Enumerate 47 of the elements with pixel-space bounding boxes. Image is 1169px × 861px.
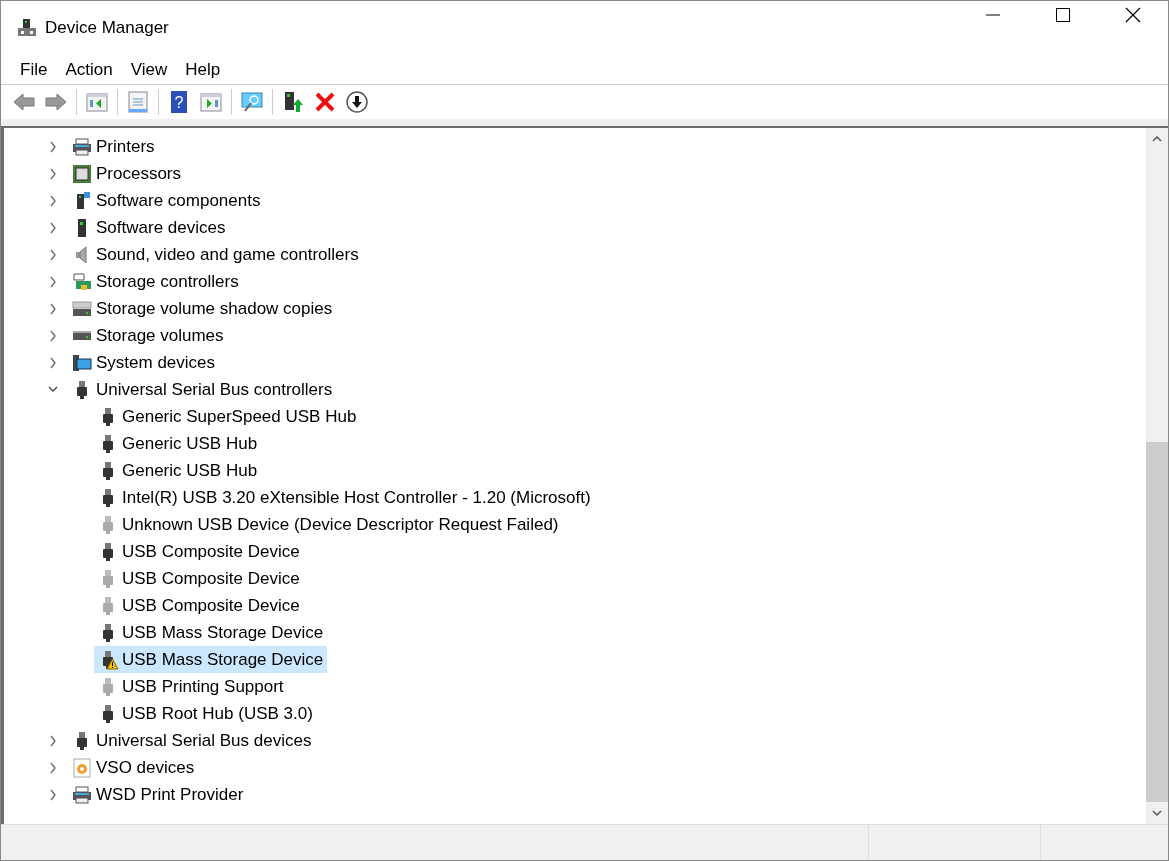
printer-icon xyxy=(72,136,92,157)
tree-item[interactable]: Universal Serial Bus controllers xyxy=(92,375,337,404)
forward-arrow-icon[interactable] xyxy=(44,90,68,114)
tree-item[interactable]: USB Composite Device xyxy=(118,591,304,620)
menu-item[interactable]: Action xyxy=(56,56,122,83)
tree-item[interactable]: WSD Print Provider xyxy=(92,780,248,809)
tree-item[interactable]: Generic USB Hub xyxy=(118,456,262,485)
uninstall-x-icon[interactable] xyxy=(313,90,337,114)
device-manager-icon xyxy=(17,18,37,38)
tree-item[interactable]: VSO devices xyxy=(92,753,199,782)
tree-item[interactable]: USB Composite Device xyxy=(118,564,304,593)
scrollbar[interactable] xyxy=(1146,128,1168,824)
drive-icon xyxy=(72,298,92,319)
storage-controller-icon xyxy=(72,271,92,292)
computer-icon xyxy=(72,352,92,373)
tree-item[interactable]: Generic USB Hub xyxy=(118,429,262,458)
menu-item[interactable]: File xyxy=(11,56,57,83)
gear-icon xyxy=(72,757,92,778)
tree-item[interactable]: USB Printing Support xyxy=(118,672,288,701)
tree-item[interactable]: USB Mass Storage Device xyxy=(118,618,328,647)
tree-item[interactable]: USB Composite Device xyxy=(118,537,304,566)
close-icon[interactable] xyxy=(1125,7,1141,23)
tree-item[interactable]: USB Root Hub (USB 3.0) xyxy=(118,699,317,728)
maximize-icon[interactable] xyxy=(1055,7,1071,23)
tree-item[interactable]: Storage volumes xyxy=(92,321,228,350)
printer-icon xyxy=(72,784,92,805)
tree-item[interactable]: Unknown USB Device (Device Descriptor Request Failed) xyxy=(118,510,563,539)
tree-item[interactable]: Sound, video and game controllers xyxy=(92,240,363,269)
tree-item[interactable]: Software components xyxy=(92,186,265,215)
menu-item[interactable]: View xyxy=(121,56,177,83)
tree-item[interactable]: Universal Serial Bus devices xyxy=(92,726,316,755)
processor-chip-icon xyxy=(72,163,92,184)
drive-icon xyxy=(72,330,92,341)
window-title: Device Manager xyxy=(45,17,169,40)
tree-item[interactable]: Software devices xyxy=(92,213,230,242)
tree-item[interactable]: Generic SuperSpeed USB Hub xyxy=(118,402,361,431)
tree-item[interactable]: Storage controllers xyxy=(92,267,243,296)
tree-item[interactable]: System devices xyxy=(92,348,220,377)
scrollbar-thumb[interactable] xyxy=(1146,442,1168,802)
download-circle-icon[interactable] xyxy=(345,90,369,114)
tree-item[interactable]: Processors xyxy=(92,159,186,188)
tree-item[interactable]: Storage volume shadow copies xyxy=(92,294,337,323)
back-arrow-icon[interactable] xyxy=(12,90,36,114)
menu-item[interactable]: Help xyxy=(176,56,230,83)
tree-item[interactable]: Printers xyxy=(92,132,159,161)
tree-item[interactable]: Intel(R) USB 3.20 eXtensible Host Controller - 1.20 (Microsoft) xyxy=(118,483,595,512)
monitor-magnifier-icon[interactable] xyxy=(240,90,264,114)
